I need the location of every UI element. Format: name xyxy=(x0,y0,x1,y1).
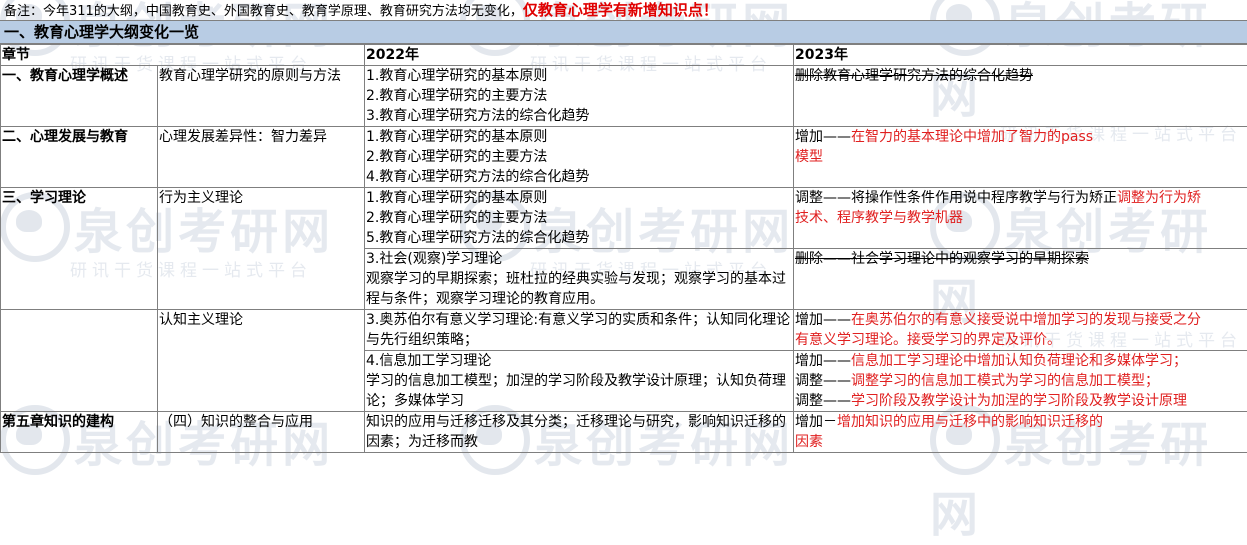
remark-text: 备注：今年311的大纲，中国教育史、外国教育史、教育学原理、教育研究方法均无变化… xyxy=(4,4,523,19)
change-detail: 因素 xyxy=(795,432,1246,452)
change-label: 增加—— xyxy=(795,312,851,328)
change-label: 调整——将操作性条件作用说中程序教学与行为矫正 xyxy=(795,190,1117,206)
deleted-text: 删除教育心理学研究方法的综合化趋势 xyxy=(795,68,1033,84)
change-detail: 学习阶段及教学设计为加涅的学习阶段及教学设计原理 xyxy=(851,393,1187,409)
list-item: 1.教育心理学研究的基本原则 xyxy=(366,66,792,86)
change-detail: 调整学习的信息加工模式为学习的信息加工模型； xyxy=(851,373,1159,389)
remark-highlight: 仅教育心理学有新增知识点！ xyxy=(523,1,718,19)
content-2023-cell: 调整——将操作性条件作用说中程序教学与行为矫正调整为行为矫 技术、程序教学与教学… xyxy=(794,188,1247,249)
content-2022-cell: 3.社会(观察)学习理论 观察学习的早期探索；班杜拉的经典实验与发现；观察学习的… xyxy=(365,249,794,310)
document-sheet: 备注：今年311的大纲，中国教育史、外国教育史、教育学原理、教育研究方法均无变化… xyxy=(0,0,1247,453)
change-label: 增加－ xyxy=(795,414,837,430)
list-item: 3.教育心理学研究方法的综合化趋势 xyxy=(366,106,792,126)
change-label: 调整—— xyxy=(795,373,851,389)
list-item: 4.信息加工学习理论 xyxy=(366,351,792,371)
change-detail: 技术、程序教学与教学机器 xyxy=(795,208,1246,228)
content-2022-cell: 3.奥苏伯尔有意义学习理论:有意义学习的实质和条件；认知同化理论与先行组织策略； xyxy=(365,310,794,351)
content-2023-cell: 增加——在智力的基本理论中增加了智力的pass 模型 xyxy=(794,127,1247,188)
table-row: 二、心理发展与教育 心理发展差异性：智力差异 1.教育心理学研究的基本原则 2.… xyxy=(1,127,1247,188)
content-2022-cell: 1.教育心理学研究的基本原则 2.教育心理学研究的主要方法 4.教育心理学研究方… xyxy=(365,127,794,188)
topic-cell: 认知主义理论 xyxy=(158,310,365,412)
topic-cell: 行为主义理论 xyxy=(158,188,365,310)
list-item: 2.教育心理学研究的主要方法 xyxy=(366,208,792,228)
content-2023-cell: 删除——社会学习理论中的观察学习的早期探索 xyxy=(794,249,1247,310)
remark-line: 备注：今年311的大纲，中国教育史、外国教育史、教育学原理、教育研究方法均无变化… xyxy=(0,0,1247,20)
change-label: 调整—— xyxy=(795,393,851,409)
change-detail: 在奥苏伯尔的有意义接受说中增加学习的发现与接受之分 xyxy=(851,312,1201,328)
header-2022: 2022年 xyxy=(365,45,794,66)
header-2023: 2023年 xyxy=(794,45,1247,66)
table-row: 第五章知识的建构 （四）知识的整合与应用 知识的应用与迁移迁移及其分类；迁移理论… xyxy=(1,412,1247,453)
change-detail: 模型 xyxy=(795,147,1246,167)
topic-cell: （四）知识的整合与应用 xyxy=(158,412,365,453)
syllabus-change-table: 章节 2022年 2023年 一、教育心理学概述 教育心理学研究的原则与方法 1… xyxy=(0,44,1247,453)
content-2022-cell: 1.教育心理学研究的基本原则 2.教育心理学研究的主要方法 3.教育心理学研究方… xyxy=(365,66,794,127)
topic-cell: 心理发展差异性：智力差异 xyxy=(158,127,365,188)
section-title: 一、教育心理学大纲变化一览 xyxy=(0,20,1247,44)
chapter-cell-empty xyxy=(1,310,158,412)
list-item: 5.教育心理学研究方法的综合化趋势 xyxy=(366,228,792,248)
change-label: 增加—— xyxy=(795,353,851,369)
change-label: 增加—— xyxy=(795,129,851,145)
table-row: 认知主义理论 3.奥苏伯尔有意义学习理论:有意义学习的实质和条件；认知同化理论与… xyxy=(1,310,1247,351)
chapter-cell: 三、学习理论 xyxy=(1,188,158,310)
change-detail: 调整为行为矫 xyxy=(1117,190,1201,206)
change-detail: 在智力的基本理论中增加了智力的pass xyxy=(851,129,1093,145)
deleted-text: ——社会学习理论中的观察学习的早期探索 xyxy=(823,251,1089,267)
table-row: 一、教育心理学概述 教育心理学研究的原则与方法 1.教育心理学研究的基本原则 2… xyxy=(1,66,1247,127)
table-row: 三、学习理论 行为主义理论 1.教育心理学研究的基本原则 2.教育心理学研究的主… xyxy=(1,188,1247,249)
content-2023-cell: 增加——在奥苏伯尔的有意义接受说中增加学习的发现与接受之分 有意义学习理论。接受… xyxy=(794,310,1247,351)
list-item: 2.教育心理学研究的主要方法 xyxy=(366,147,792,167)
content-2022-cell: 知识的应用与迁移迁移及其分类；迁移理论与研究，影响知识迁移的因素；为迁移而教 xyxy=(365,412,794,453)
header-chapter: 章节 xyxy=(1,45,365,66)
change-label: 删除 xyxy=(795,251,823,267)
item-detail: 学习的信息加工模型；加涅的学习阶段及教学设计原理；认知负荷理论；多媒体学习 xyxy=(366,373,786,409)
chapter-cell: 一、教育心理学概述 xyxy=(1,66,158,127)
list-item: 1.教育心理学研究的基本原则 xyxy=(366,127,792,147)
content-2023-cell: 增加－增加知识的应用与迁移中的影响知识迁移的 因素 xyxy=(794,412,1247,453)
list-item: 3.社会(观察)学习理论 xyxy=(366,249,792,269)
chapter-cell: 二、心理发展与教育 xyxy=(1,127,158,188)
topic-cell: 教育心理学研究的原则与方法 xyxy=(158,66,365,127)
change-detail: 有意义学习理论。接受学习的界定及评价。 xyxy=(795,330,1246,350)
list-item: 2.教育心理学研究的主要方法 xyxy=(366,86,792,106)
change-detail: 信息加工学习理论中增加认知负荷理论和多媒体学习； xyxy=(851,353,1187,369)
content-2022-cell: 1.教育心理学研究的基本原则 2.教育心理学研究的主要方法 5.教育心理学研究方… xyxy=(365,188,794,249)
content-2023-cell: 删除教育心理学研究方法的综合化趋势 xyxy=(794,66,1247,127)
item-detail: 观察学习的早期探索；班杜拉的经典实验与发现；观察学习的基本过程与条件；观察学习理… xyxy=(366,271,786,307)
list-item: 1.教育心理学研究的基本原则 xyxy=(366,188,792,208)
content-2022-cell: 4.信息加工学习理论 学习的信息加工模型；加涅的学习阶段及教学设计原理；认知负荷… xyxy=(365,351,794,412)
list-item: 4.教育心理学研究方法的综合化趋势 xyxy=(366,167,792,187)
content-2023-cell: 增加——信息加工学习理论中增加认知负荷理论和多媒体学习； 调整——调整学习的信息… xyxy=(794,351,1247,412)
change-detail: 增加知识的应用与迁移中的影响知识迁移的 xyxy=(837,414,1103,430)
chapter-cell: 第五章知识的建构 xyxy=(1,412,158,453)
table-header-row: 章节 2022年 2023年 xyxy=(1,45,1247,66)
